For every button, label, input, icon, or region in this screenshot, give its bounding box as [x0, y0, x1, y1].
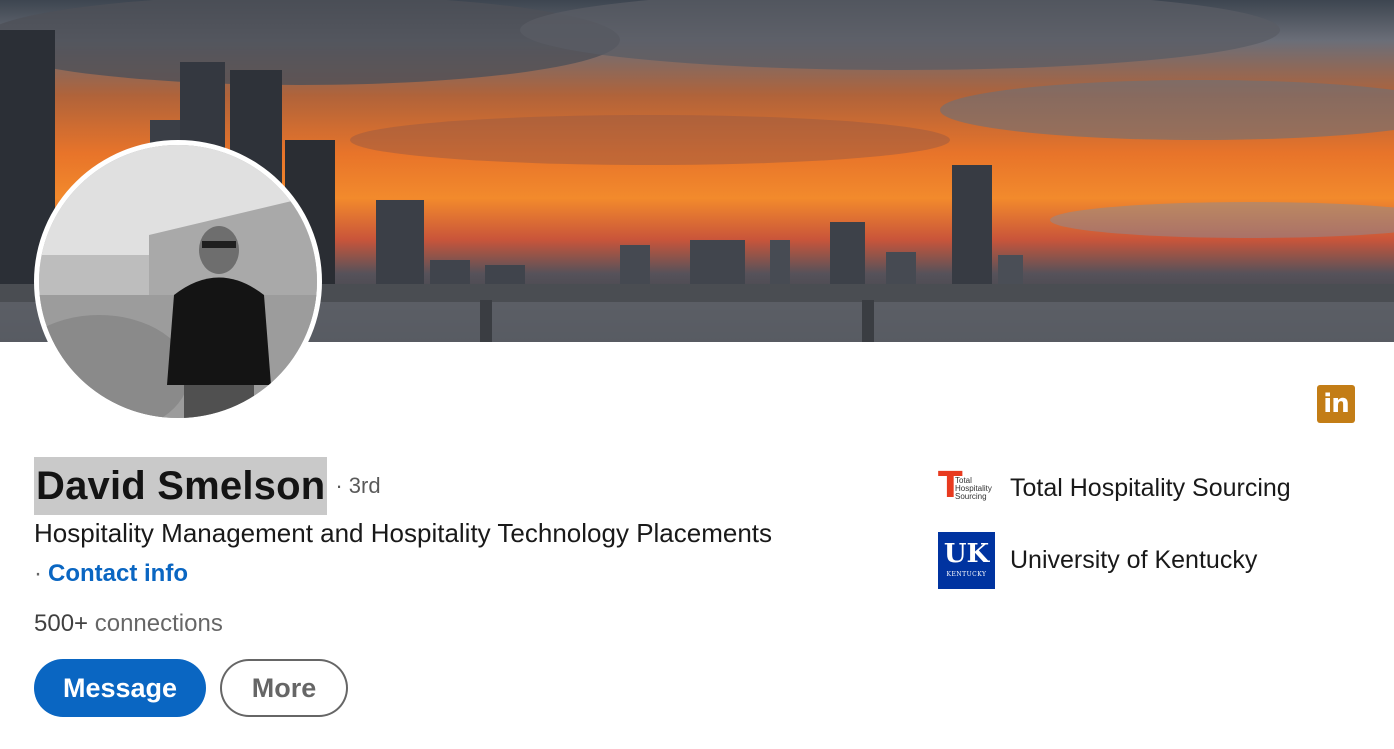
connection-degree: · 3rd: [335, 473, 381, 498]
message-button[interactable]: Message: [34, 659, 206, 717]
school-name: University of Kentucky: [1010, 546, 1258, 574]
company-name: Total Hospitality Sourcing: [1010, 474, 1291, 502]
org-item-total-hospitality-sourcing[interactable]: T Total Hospitality Sourcing Total Hospi…: [938, 460, 1291, 517]
connections-number: 500+: [34, 610, 89, 637]
school-logo-mark: UK: [943, 539, 990, 569]
org-item-university-of-kentucky[interactable]: UK KENTUCKY University of Kentucky: [938, 532, 1291, 589]
profile-name: David Smelson: [34, 457, 328, 515]
name-row: David Smelson · 3rd: [34, 457, 381, 515]
company-logo-text: Total Hospitality Sourcing: [955, 476, 992, 501]
connections-count[interactable]: 500+ connections: [34, 608, 223, 640]
company-logo-icon: T Total Hospitality Sourcing: [938, 460, 995, 517]
school-logo-text: KENTUCKY: [946, 571, 987, 578]
linkedin-icon: in: [1317, 385, 1355, 423]
more-button[interactable]: More: [220, 659, 348, 717]
profile-actions: Message More: [34, 659, 348, 717]
contact-info-link[interactable]: Contact info: [48, 560, 188, 587]
separator-dot: ·: [34, 560, 42, 587]
connections-label: connections: [94, 610, 223, 637]
experience-education-list: T Total Hospitality Sourcing Total Hospi…: [938, 460, 1291, 604]
avatar-photo: [39, 145, 317, 418]
profile-avatar[interactable]: [34, 140, 322, 423]
profile-headline: Hospitality Management and Hospitality T…: [34, 518, 773, 548]
school-logo-icon: UK KENTUCKY: [938, 532, 995, 589]
contact-info-row: · Contact info: [34, 558, 188, 590]
